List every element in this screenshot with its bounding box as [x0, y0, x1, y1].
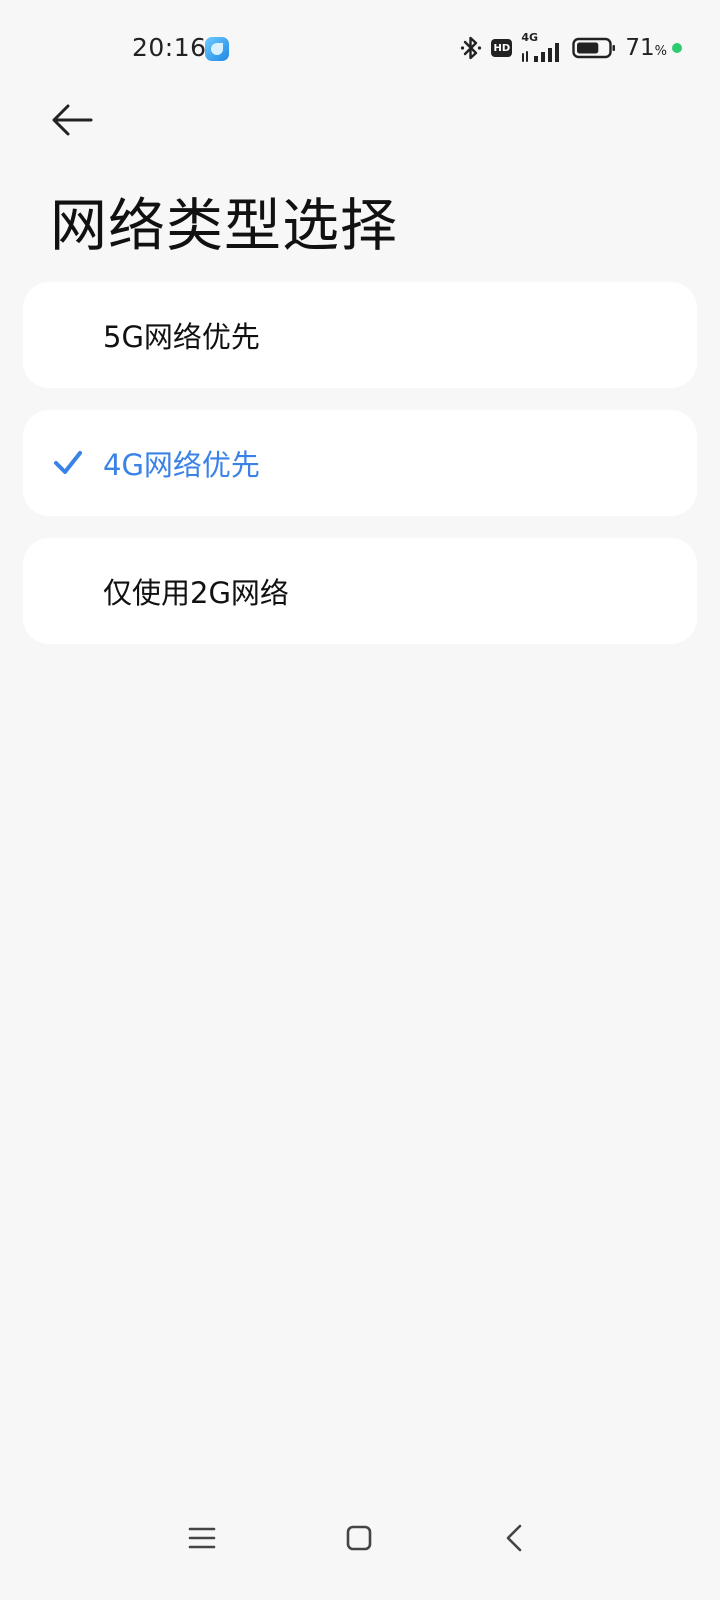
page-title: 网络类型选择 — [50, 193, 398, 259]
charging-indicator-dot — [672, 43, 682, 53]
back-chevron-icon — [506, 1524, 522, 1552]
bluetooth-icon — [461, 36, 482, 60]
system-navigation-bar — [0, 1506, 720, 1566]
option-label: 仅使用2G网络 — [103, 576, 289, 610]
option-2g-only[interactable]: 仅使用2G网络 — [23, 538, 697, 644]
hd-voice-badge: HD — [491, 39, 513, 57]
battery-icon — [572, 37, 616, 59]
recent-apps-button[interactable] — [180, 1516, 224, 1560]
option-label: 5G网络优先 — [103, 320, 260, 354]
option-4g-preferred[interactable]: 4G网络优先 — [23, 410, 697, 516]
system-back-button[interactable] — [493, 1516, 537, 1560]
network-type-options: 5G网络优先 4G网络优先 仅使用2G网络 — [23, 282, 697, 666]
arrow-left-icon — [52, 104, 93, 136]
home-button[interactable] — [337, 1516, 381, 1560]
signal-bars-icon — [522, 43, 560, 62]
menu-icon — [188, 1527, 216, 1549]
status-time: 20:16 — [132, 33, 207, 62]
back-button[interactable] — [44, 92, 100, 148]
status-icons: HD 4G 71% — [460, 32, 682, 64]
home-square-icon — [346, 1525, 372, 1551]
app-notification-icon — [205, 37, 229, 61]
checkmark-icon — [54, 451, 82, 474]
status-bar: 20:16 HD 4G 71% — [0, 0, 720, 96]
cellular-signal: 4G — [521, 32, 563, 62]
option-label: 4G网络优先 — [103, 448, 260, 482]
battery-percentage: 71% — [625, 35, 667, 61]
option-5g-preferred[interactable]: 5G网络优先 — [23, 282, 697, 388]
